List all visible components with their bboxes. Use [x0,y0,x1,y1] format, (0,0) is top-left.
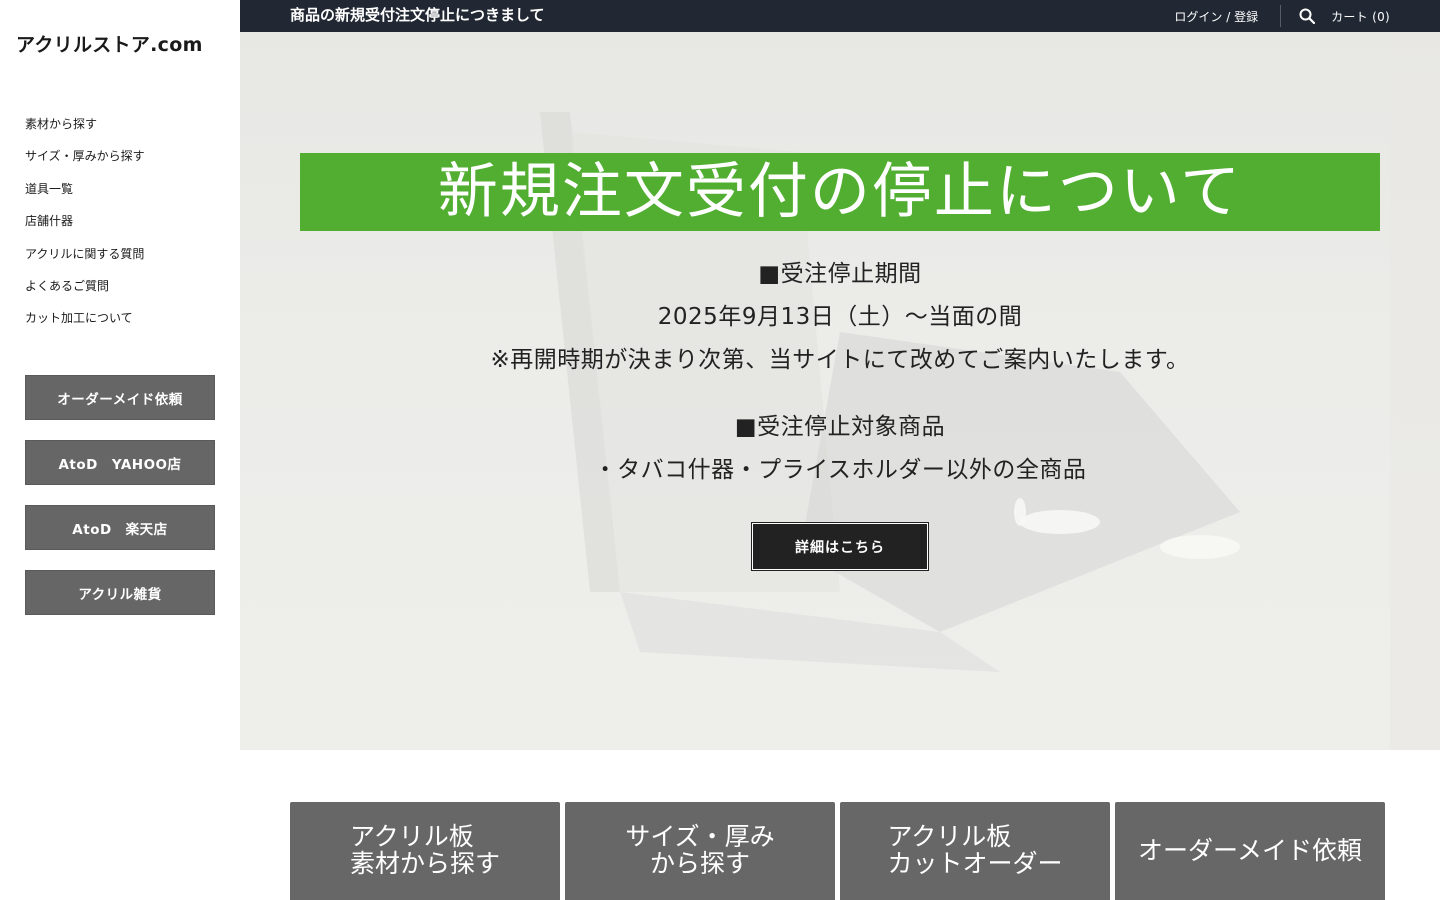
top-bar-actions: ログイン / 登録 カート (0) [1174,0,1390,32]
category-tiles: アクリル板 素材から探す サイズ・厚み から探す アクリル板 カットオーダー オ… [290,802,1385,900]
cart-link[interactable]: カート (0) [1331,8,1390,25]
sidebar-nav: 素材から探す サイズ・厚みから探す 道具一覧 店舗什器 アクリルに関する質問 よ… [25,112,145,339]
rakuten-store-button[interactable]: AtoD 楽天店 [25,505,215,550]
details-button[interactable]: 詳細はこちら [752,523,928,570]
sidebar-item-tools[interactable]: 道具一覧 [25,177,145,209]
search-icon[interactable] [1297,6,1317,26]
sidebar-item-acrylic-questions[interactable]: アクリルに関する質問 [25,242,145,274]
divider [1280,5,1282,27]
tile-label-line2: 素材から探す [349,849,500,878]
site-logo[interactable]: アクリルストア.com [16,30,203,57]
hero-banner-section: 新規注文受付の停止について ■受注停止期間 2025年9月13日（土）～当面の間… [240,32,1440,750]
tile-label-line2: から探す [649,849,750,878]
stop-period-heading: ■受注停止期間 [758,261,922,287]
hero-background-image [540,32,1440,750]
sidebar-item-store-fixtures[interactable]: 店舗什器 [25,209,145,241]
tile-size-thickness[interactable]: サイズ・厚み から探す [565,802,835,900]
tile-custom-order[interactable]: オーダーメイド依頼 [1115,802,1385,900]
stop-target-products: ・タバコ什器・プライスホルダー以外の全商品 [593,457,1087,483]
sidebar-buttons: オーダーメイド依頼 AtoD YAHOO店 AtoD 楽天店 アクリル雑貨 [25,375,215,635]
sidebar-item-cutting[interactable]: カット加工について [25,306,145,338]
announcement-link[interactable]: 商品の新規受付注文停止につきまして [290,0,545,30]
custom-order-button[interactable]: オーダーメイド依頼 [25,375,215,420]
tile-label-line1: アクリル板 [887,822,1012,851]
login-link[interactable]: ログイン / 登録 [1174,8,1258,25]
tile-acrylic-material[interactable]: アクリル板 素材から探す [290,802,560,900]
tile-cut-order[interactable]: アクリル板 カットオーダー [840,802,1110,900]
tile-label-line1: アクリル板 [349,822,474,851]
hero-title: 新規注文受付の停止について [300,153,1380,231]
sidebar-item-material[interactable]: 素材から探す [25,112,145,144]
yahoo-store-button[interactable]: AtoD YAHOO店 [25,440,215,485]
tile-label-line2: カットオーダー [887,849,1063,878]
stop-period-date: 2025年9月13日（土）～当面の間 [657,304,1023,330]
sidebar-item-faq[interactable]: よくあるご質問 [25,274,145,306]
acrylic-goods-button[interactable]: アクリル雑貨 [25,570,215,615]
stop-target-heading: ■受注停止対象商品 [734,414,946,440]
tile-label-line1: サイズ・厚み [625,822,775,851]
tile-label-line1: オーダーメイド依頼 [1137,836,1362,865]
top-bar: 商品の新規受付注文停止につきまして ログイン / 登録 カート (0) [240,0,1440,32]
sidebar: アクリルストア.com 素材から探す サイズ・厚みから探す 道具一覧 店舗什器 … [0,0,240,900]
resume-notice: ※再開時期が決まり次第、当サイトにて改めてご案内いたします。 [490,347,1190,373]
sidebar-item-size[interactable]: サイズ・厚みから探す [25,144,145,176]
